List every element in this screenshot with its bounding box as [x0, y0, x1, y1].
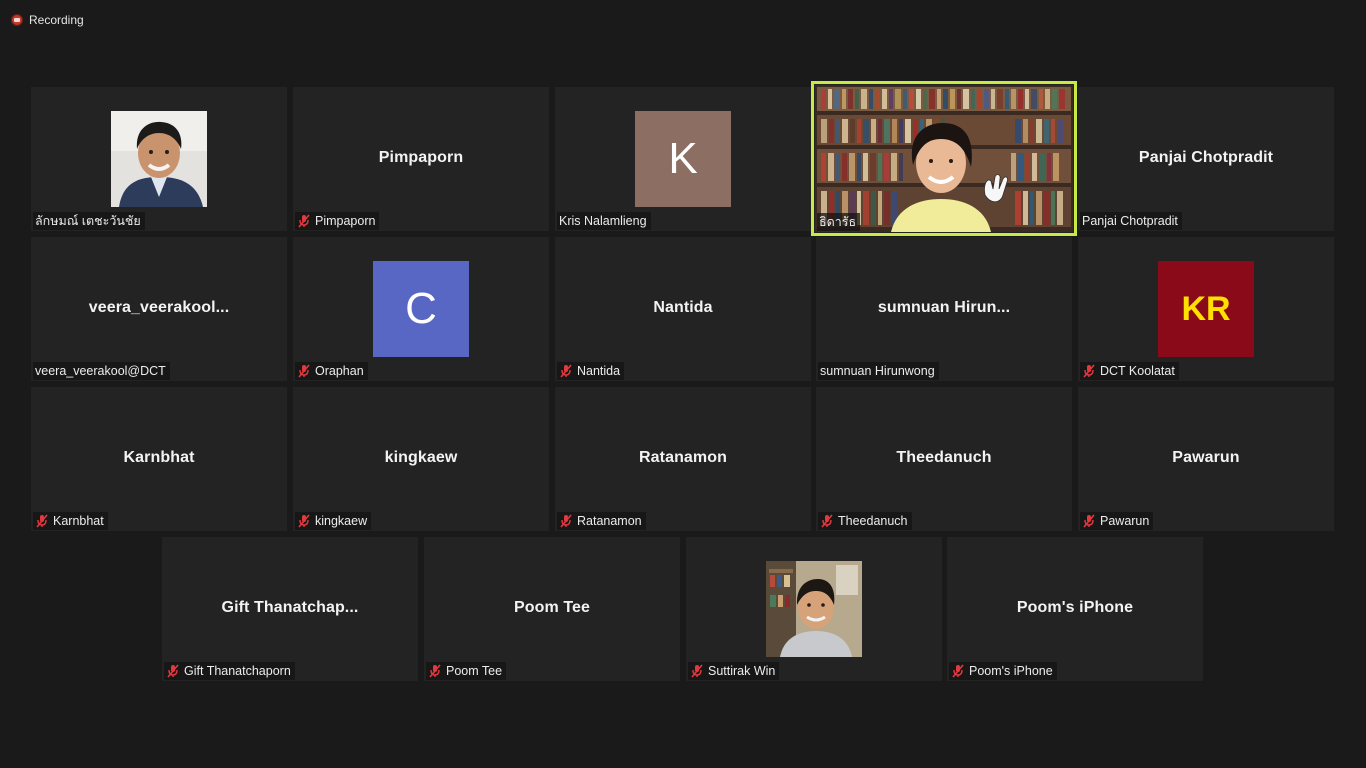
participant-name-tag: Poom Tee — [426, 662, 507, 680]
microphone-muted-icon — [1083, 364, 1095, 378]
participant-name: Karnbhat — [53, 514, 104, 528]
microphone-muted-icon — [298, 514, 310, 528]
participant-video — [766, 561, 862, 657]
participant-display-name: Ratanamon — [638, 449, 728, 466]
participant-name-tag: kingkaew — [295, 512, 372, 530]
participant-name-tag: Gift Thanatchaporn — [164, 662, 295, 680]
participant-name: veera_veerakool@DCT — [35, 364, 166, 378]
microphone-muted-icon — [560, 364, 572, 378]
participant-name-tag: Suttirak Win — [688, 662, 780, 680]
participant-name: Kris Nalamlieng — [559, 214, 647, 228]
microphone-muted-icon — [298, 214, 310, 228]
participant-name: Theedanuch — [838, 514, 908, 528]
participant-name-tag: veera_veerakool@DCT — [33, 362, 170, 380]
participant-video — [815, 85, 1073, 232]
participant-name: Poom's iPhone — [969, 664, 1053, 678]
participant-tile-14[interactable]: Theedanuch Theedanuch — [816, 387, 1072, 531]
participant-display-name: Panjai Chotpradit — [1138, 149, 1274, 166]
participant-name-tag: Ratanamon — [557, 512, 646, 530]
participant-tile-19[interactable]: Poom's iPhone Poom's iPhone — [947, 537, 1203, 681]
participant-name: kingkaew — [315, 514, 368, 528]
participant-display-name: Theedanuch — [896, 449, 992, 466]
participant-tile-5[interactable]: Panjai Chotpradit Panjai Chotpradit — [1078, 87, 1334, 231]
participant-name: Suttirak Win — [708, 664, 776, 678]
microphone-muted-icon — [429, 664, 441, 678]
participant-tile-3[interactable]: K Kris Nalamlieng — [555, 87, 811, 231]
microphone-muted-icon — [167, 664, 179, 678]
participant-name: ธิดารัธ — [819, 215, 857, 229]
participant-name-tag: Panjai Chotpradit — [1080, 212, 1182, 230]
participant-tile-17[interactable]: Poom Tee Poom Tee — [424, 537, 680, 681]
participant-name-tag: Poom's iPhone — [949, 662, 1057, 680]
participant-name: Pawarun — [1100, 514, 1150, 528]
participant-tile-12[interactable]: kingkaew kingkaew — [293, 387, 549, 531]
recording-label: Recording — [29, 13, 84, 27]
participant-tile-16[interactable]: Gift Thanatchap... Gift Thanatchaporn — [162, 537, 418, 681]
participant-video — [111, 111, 207, 207]
participant-name-tag: Kris Nalamlieng — [557, 212, 651, 230]
participant-name-tag: Pimpaporn — [295, 212, 380, 230]
participant-tile-8[interactable]: Nantida Nantida — [555, 237, 811, 381]
participant-display-name: Poom Tee — [513, 599, 591, 616]
participant-display-name: Karnbhat — [123, 449, 195, 466]
participant-name: Oraphan — [315, 364, 364, 378]
participant-tile-18[interactable]: Suttirak Win — [686, 537, 942, 681]
microphone-muted-icon — [952, 664, 964, 678]
participant-name-tag: Pawarun — [1080, 512, 1154, 530]
participant-display-name: Pawarun — [1172, 449, 1240, 466]
participant-name-tag: Nantida — [557, 362, 625, 380]
participant-name-tag: Theedanuch — [818, 512, 912, 530]
avatar: C — [373, 261, 469, 357]
participant-tile-15[interactable]: Pawarun Pawarun — [1078, 387, 1334, 531]
participant-tile-2[interactable]: Pimpaporn Pimpaporn — [293, 87, 549, 231]
avatar: K — [635, 111, 731, 207]
participant-display-name: Gift Thanatchap... — [221, 599, 359, 616]
participant-name: sumnuan Hirunwong — [820, 364, 935, 378]
microphone-muted-icon — [1083, 514, 1095, 528]
avatar: KR — [1158, 261, 1254, 357]
participant-tile-13[interactable]: Ratanamon Ratanamon — [555, 387, 811, 531]
participant-name: Poom Tee — [446, 664, 503, 678]
participant-name-tag: DCT Koolatat — [1080, 362, 1179, 380]
participant-name: Ratanamon — [577, 514, 642, 528]
participant-display-name: Poom's iPhone — [1016, 599, 1134, 616]
participant-display-name: kingkaew — [384, 449, 458, 466]
participant-name: Pimpaporn — [315, 214, 376, 228]
participant-name: ลักษมณ์ เตชะวันชัย — [35, 214, 141, 228]
participant-name-tag: sumnuan Hirunwong — [818, 362, 939, 380]
microphone-muted-icon — [36, 514, 48, 528]
participant-display-name: Pimpaporn — [378, 149, 464, 166]
participant-display-name: sumnuan Hirun... — [877, 299, 1011, 316]
active-speaker-tile[interactable]: ธิดารัธ — [811, 81, 1077, 236]
record-icon — [11, 14, 23, 26]
participant-name: Panjai Chotpradit — [1082, 214, 1178, 228]
recording-indicator[interactable]: Recording — [11, 12, 84, 28]
participant-tile-9[interactable]: sumnuan Hirun... sumnuan Hirunwong — [816, 237, 1072, 381]
participant-name-tag: ลักษมณ์ เตชะวันชัย — [33, 212, 145, 230]
participant-name: Gift Thanatchaporn — [184, 664, 291, 678]
participant-tile-1[interactable]: ลักษมณ์ เตชะวันชัย — [31, 87, 287, 231]
participant-name: DCT Koolatat — [1100, 364, 1175, 378]
participant-name-tag: ธิดารัธ — [817, 213, 861, 231]
microphone-muted-icon — [821, 514, 833, 528]
participant-name: Nantida — [577, 364, 621, 378]
participant-tile-6[interactable]: veera_veerakool... veera_veerakool@DCT — [31, 237, 287, 381]
participant-display-name: veera_veerakool... — [88, 299, 230, 316]
participant-display-name: Nantida — [653, 299, 713, 316]
participant-name-tag: Oraphan — [295, 362, 368, 380]
microphone-muted-icon — [560, 514, 572, 528]
microphone-muted-icon — [298, 364, 310, 378]
participant-tile-7[interactable]: C Oraphan — [293, 237, 549, 381]
participant-name-tag: Karnbhat — [33, 512, 108, 530]
participant-tile-10[interactable]: KR DCT Koolatat — [1078, 237, 1334, 381]
participant-tile-11[interactable]: Karnbhat Karnbhat — [31, 387, 287, 531]
microphone-muted-icon — [691, 664, 703, 678]
